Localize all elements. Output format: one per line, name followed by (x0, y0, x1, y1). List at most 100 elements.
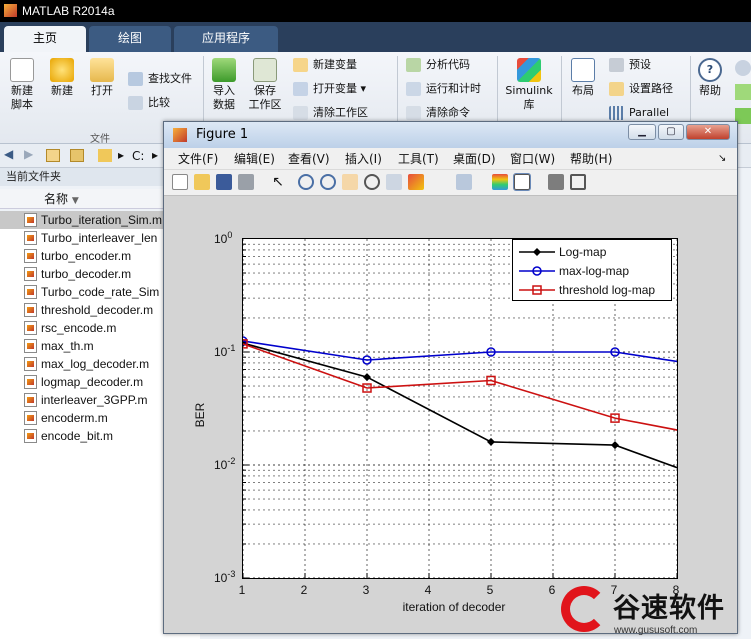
open-variable-icon (293, 82, 308, 96)
new-button[interactable]: 新建 (46, 58, 78, 98)
zoom-out-icon[interactable] (320, 174, 336, 190)
analyze-code-label: 分析代码 (426, 58, 470, 71)
m-file-icon (24, 429, 37, 443)
window-title: MATLAB R2014a (22, 4, 115, 18)
legend-entry-max-log-map: max-log-map (517, 262, 671, 280)
m-file-icon (24, 375, 37, 389)
compare-button[interactable]: 比较 (128, 94, 170, 112)
show-plot-tools-icon[interactable] (570, 174, 586, 190)
m-file-icon (24, 321, 37, 335)
new-figure-icon[interactable] (172, 174, 188, 190)
open-variable-button[interactable]: 打开变量 ▾ (293, 80, 366, 98)
tab-plots[interactable]: 绘图 (89, 26, 171, 52)
preferences-label: 预设 (629, 58, 651, 71)
menu-window[interactable]: 窗口(W) (510, 148, 555, 170)
pan-hand-icon[interactable] (342, 174, 358, 190)
menu-desktop[interactable]: 桌面(D) (453, 148, 496, 170)
new-script-button[interactable]: 新建 脚本 (4, 58, 40, 112)
rotate-3d-icon[interactable] (364, 174, 380, 190)
forward-arrow-icon[interactable]: ▶ (24, 147, 33, 161)
m-file-icon (24, 303, 37, 317)
maximize-button[interactable]: ▢ (658, 124, 684, 140)
pointer-icon[interactable]: ↖ (270, 174, 286, 190)
plot-axes[interactable]: Log-map max-log-map threshold log-map (242, 238, 678, 579)
matlab-logo-icon (4, 4, 17, 17)
m-file-icon (24, 231, 37, 245)
clear-commands-button[interactable]: 清除命令 (406, 104, 470, 122)
data-cursor-icon[interactable] (386, 174, 402, 190)
layout-button[interactable]: 布局 (566, 58, 600, 98)
menu-edit[interactable]: 编辑(E) (234, 148, 275, 170)
path-separator: ▸ (152, 148, 159, 162)
menu-tools[interactable]: 工具(T) (398, 148, 439, 170)
run-time-icon (406, 82, 421, 96)
save-icon[interactable] (216, 174, 232, 190)
figure-window: Figure 1 ▁ ▢ ✕ 文件(F) 编辑(E) 查看(V) 插入(I) 工… (163, 121, 738, 634)
open-label: 打开 (91, 84, 113, 97)
open-file-icon[interactable] (194, 174, 210, 190)
data-point-marker (363, 373, 371, 382)
file-name: turbo_encoder.m (41, 249, 132, 263)
find-files-button[interactable]: 查找文件 (128, 70, 192, 88)
print-icon[interactable] (238, 174, 254, 190)
file-name: logmap_decoder.m (41, 375, 144, 389)
help-button[interactable]: ? 帮助 (694, 58, 726, 98)
legend-entry-threshold-log-map: threshold log-map (517, 281, 671, 299)
layout-label: 布局 (572, 84, 594, 97)
up-folder-icon[interactable] (46, 149, 60, 162)
path-drive[interactable]: C: (132, 149, 144, 163)
legend-swatch-max-log-map (519, 266, 555, 276)
dock-arrow-icon[interactable]: ↘ (718, 148, 726, 170)
figure-title-bar[interactable]: Figure 1 ▁ ▢ ✕ (164, 122, 737, 148)
x-tick-label: 1 (238, 583, 246, 597)
brush-icon[interactable] (408, 174, 424, 190)
watermark-url: www.gususoft.com (614, 625, 698, 636)
community-icon[interactable] (735, 60, 751, 76)
menu-insert[interactable]: 插入(I) (345, 148, 382, 170)
colorbar-icon[interactable] (492, 174, 508, 190)
plus-icon (50, 58, 74, 82)
y-tick-label: 10-2 (214, 456, 236, 472)
series-line-threshold-log-map (243, 343, 677, 431)
run-and-time-button[interactable]: 运行和计时 (406, 80, 481, 98)
set-path-label: 设置路径 (629, 82, 673, 95)
import-data-button[interactable]: 导入 数据 (207, 58, 241, 112)
close-button[interactable]: ✕ (686, 124, 730, 140)
save-workspace-button[interactable]: 保存 工作区 (246, 58, 284, 112)
path-separator: ▸ (118, 148, 125, 162)
legend-icon[interactable] (513, 173, 531, 191)
analyze-code-button[interactable]: 分析代码 (406, 56, 470, 74)
new-variable-button[interactable]: 新建变量 (293, 56, 357, 74)
tab-apps[interactable]: 应用程序 (174, 26, 278, 52)
parallel-button[interactable]: Parallel (609, 104, 669, 122)
run-and-time-label: 运行和计时 (426, 82, 481, 95)
browse-folder-icon[interactable] (70, 149, 84, 162)
legend[interactable]: Log-map max-log-map threshold log-map (512, 239, 672, 301)
open-button[interactable]: 打开 (86, 58, 118, 98)
simulink-library-button[interactable]: Simulink 库 (503, 58, 555, 112)
help-label: 帮助 (699, 84, 721, 97)
new-variable-label: 新建变量 (313, 58, 357, 71)
clear-workspace-button[interactable]: 清除工作区 (293, 104, 368, 122)
file-name: encoderm.m (41, 411, 108, 425)
minimize-button[interactable]: ▁ (628, 124, 656, 140)
menu-help[interactable]: 帮助(H) (570, 148, 612, 170)
y-axis-label: BER (193, 402, 207, 428)
parallel-icon (609, 106, 624, 120)
menu-view[interactable]: 查看(V) (288, 148, 330, 170)
hide-plot-tools-icon[interactable] (548, 174, 564, 190)
file-name: Turbo_code_rate_Sim (41, 285, 160, 299)
m-file-icon (24, 213, 37, 227)
menu-file[interactable]: 文件(F) (178, 148, 218, 170)
back-arrow-icon[interactable]: ◀ (4, 147, 13, 161)
watermark-logo: 谷速软件 www.gususoft.com (557, 586, 751, 639)
tab-home[interactable]: 主页 (4, 26, 86, 52)
link-plot-icon[interactable] (456, 174, 472, 190)
set-path-icon (609, 82, 624, 96)
x-tick-label: 4 (424, 583, 432, 597)
clear-workspace-label: 清除工作区 (313, 106, 368, 119)
add-ons-icon[interactable] (735, 84, 751, 100)
preferences-button[interactable]: 预设 (609, 56, 651, 74)
zoom-in-icon[interactable] (298, 174, 314, 190)
set-path-button[interactable]: 设置路径 (609, 80, 673, 98)
